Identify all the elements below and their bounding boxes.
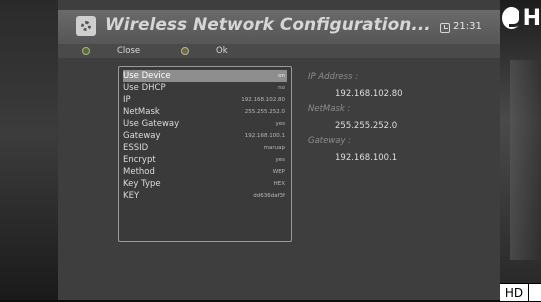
setting-value: dd636daf3f xyxy=(253,193,285,199)
page-title: Wireless Network Configuration... xyxy=(105,15,431,35)
network-config-panel: Wireless Network Configuration... 21:31 … xyxy=(58,0,500,300)
setting-value: 255.255.252.0 xyxy=(244,109,285,115)
setting-value: on xyxy=(278,73,285,79)
settings-list: Use Device on Use DHCP no IP 192.168.102… xyxy=(118,66,292,242)
channel-logo-icon xyxy=(502,7,522,29)
channel-logo: H xyxy=(502,4,541,32)
background-video-strip xyxy=(510,60,541,260)
setting-row-key-type[interactable]: Key Type HEX xyxy=(123,178,287,190)
setting-row-ip[interactable]: IP 192.168.102.80 xyxy=(123,94,287,106)
setting-value: yes xyxy=(275,121,285,127)
ip-address-label: IP Address : xyxy=(308,72,359,82)
setting-row-use-dhcp[interactable]: Use DHCP no xyxy=(123,82,287,94)
setting-label: KEY xyxy=(123,191,140,201)
channel-logo-text: H xyxy=(522,5,541,31)
setting-label: Encrypt xyxy=(123,155,156,165)
setting-value: WEP xyxy=(272,169,285,175)
hd-badge: HD xyxy=(499,283,529,302)
setting-label: Key Type xyxy=(123,179,161,189)
panel-header: Wireless Network Configuration... 21:31 xyxy=(58,10,500,44)
setting-value: HEX xyxy=(273,181,285,187)
clock-icon xyxy=(440,23,450,33)
close-button-label: Close xyxy=(117,46,141,56)
setting-label: Method xyxy=(123,167,155,177)
green-dot-icon xyxy=(82,47,90,55)
yellow-dot-icon xyxy=(181,47,189,55)
setting-row-key[interactable]: KEY dd636daf3f xyxy=(123,190,287,202)
gateway-label: Gateway : xyxy=(308,136,352,146)
setting-value: 192.168.100.1 xyxy=(244,133,285,139)
setting-label: NetMask xyxy=(123,107,160,117)
ok-button-label: Ok xyxy=(216,46,228,56)
setting-label: IP xyxy=(123,95,131,105)
clock-time: 21:31 xyxy=(453,21,482,32)
setting-label: Use DHCP xyxy=(123,83,166,93)
badge-edge xyxy=(528,283,541,302)
setting-row-netmask[interactable]: NetMask 255.255.252.0 xyxy=(123,106,287,118)
setting-row-gateway[interactable]: Gateway 192.168.100.1 xyxy=(123,130,287,142)
background-video-left xyxy=(0,0,58,300)
setting-row-use-gateway[interactable]: Use Gateway yes xyxy=(123,118,287,130)
setting-row-method[interactable]: Method WEP xyxy=(123,166,287,178)
gateway-value: 192.168.100.1 xyxy=(335,153,398,163)
setting-row-essid[interactable]: ESSID maruap xyxy=(123,142,287,154)
setting-value: no xyxy=(278,85,285,91)
ok-button[interactable]: Ok xyxy=(181,44,228,58)
toolbar: Close Ok xyxy=(58,44,500,58)
netmask-value: 255.255.252.0 xyxy=(335,121,398,131)
settings-icon xyxy=(76,16,96,36)
netmask-label: NetMask : xyxy=(308,104,351,114)
setting-label: ESSID xyxy=(123,143,149,153)
ip-address-value: 192.168.102.80 xyxy=(335,89,403,99)
setting-row-use-device[interactable]: Use Device on xyxy=(123,70,287,82)
setting-value: maruap xyxy=(263,145,285,151)
setting-value: 192.168.102.80 xyxy=(241,97,285,103)
close-button[interactable]: Close xyxy=(82,44,140,58)
setting-row-encrypt[interactable]: Encrypt yes xyxy=(123,154,287,166)
setting-label: Use Gateway xyxy=(123,119,180,129)
setting-label: Gateway xyxy=(123,131,161,141)
setting-value: yes xyxy=(275,157,285,163)
setting-label: Use Device xyxy=(123,71,171,81)
